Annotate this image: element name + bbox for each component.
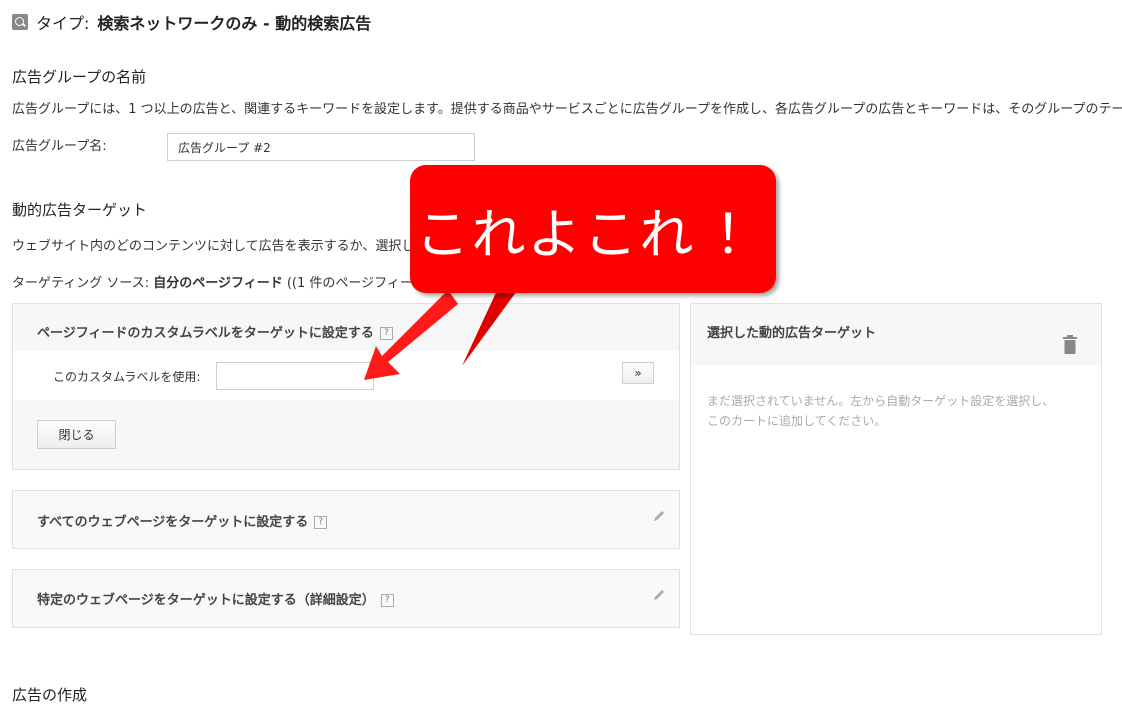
custom-label-label: このカスタムラベルを使用: xyxy=(53,370,201,384)
pencil-icon[interactable] xyxy=(652,588,666,602)
targeting-source-label: ターゲティング ソース: xyxy=(12,276,150,291)
pencil-icon[interactable] xyxy=(652,509,666,523)
selected-targets-panel: 選択した動的広告ターゲット まだ選択されていません。左から自動ターゲット設定を選… xyxy=(690,303,1102,635)
page-feed-panel-title-text: ページフィードのカスタムラベルをターゲットに設定する xyxy=(37,326,374,341)
specific-pages-title: 特定のウェブページをターゲットに設定する（詳細設定）? xyxy=(37,589,394,608)
ad-group-name-input[interactable]: 広告グループ #2 xyxy=(167,133,475,161)
help-icon[interactable]: ? xyxy=(314,516,328,529)
ad-group-title: 広告グループの名前 xyxy=(12,68,147,86)
empty-message-line2: このカートに追加してください。 xyxy=(707,414,887,428)
type-label: タイプ: xyxy=(36,14,90,33)
type-value: 検索ネットワークのみ - 動的検索広告 xyxy=(97,14,372,33)
specific-pages-title-text: 特定のウェブページをターゲットに設定する（詳細設定） xyxy=(37,593,375,608)
trash-icon[interactable] xyxy=(1062,335,1078,355)
specific-pages-panel[interactable]: 特定のウェブページをターゲットに設定する（詳細設定）? xyxy=(12,569,680,628)
annotation-arrow-left xyxy=(364,290,458,380)
dynamic-target-title: 動的広告ターゲット xyxy=(12,201,148,219)
ad-group-description: 広告グループには、1 つ以上の広告と、関連するキーワードを設定します。提供する商… xyxy=(12,102,1122,117)
all-pages-title-text: すべてのウェブページをターゲットに設定する xyxy=(37,515,309,530)
annotation-callout: これよこれ ！ xyxy=(410,165,776,293)
targeting-source-value[interactable]: 自分のページフィード xyxy=(153,276,282,291)
selected-targets-title: 選択した動的広告ターゲット xyxy=(707,326,877,341)
ad-group-name-label: 広告グループ名: xyxy=(12,139,107,154)
search-icon xyxy=(12,14,28,30)
annotation-arrow-right xyxy=(462,284,522,366)
selected-targets-header: 選択した動的広告ターゲット xyxy=(691,304,1101,365)
all-pages-title: すべてのウェブページをターゲットに設定する? xyxy=(37,511,328,530)
empty-message-line1: まだ選択されていません。左から自動ターゲット設定を選択し、 xyxy=(707,394,1055,408)
page-header: タイプ: 検索ネットワークのみ - 動的検索広告 xyxy=(12,10,371,34)
all-pages-panel[interactable]: すべてのウェブページをターゲットに設定する? xyxy=(12,490,680,549)
dynamic-target-description: ウェブサイト内のどのコンテンツに対して広告を表示するか、選択し xyxy=(12,239,415,254)
add-target-button[interactable]: » xyxy=(622,362,654,384)
ad-creation-title: 広告の作成 xyxy=(12,686,88,704)
help-icon[interactable]: ? xyxy=(380,594,394,607)
empty-selection-message: まだ選択されていません。左から自動ターゲット設定を選択し、 このカートに追加して… xyxy=(707,391,1054,431)
close-button[interactable]: 閉じる xyxy=(37,420,116,449)
